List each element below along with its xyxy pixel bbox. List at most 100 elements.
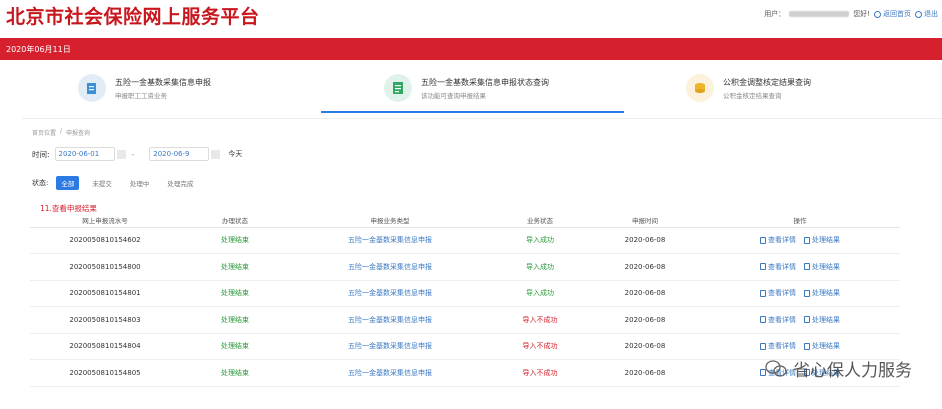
serial-number: 202005081015480​1: [30, 280, 180, 307]
power-icon: [915, 10, 922, 18]
view-result-button[interactable]: 处理结果: [804, 341, 840, 351]
serial-number: 202005081015480​5: [30, 359, 180, 387]
service-title: 五险一金基数采集信息申报: [115, 78, 211, 87]
breadcrumb: 首页位置 / 申报查询: [32, 128, 90, 137]
user-label: 用户：: [764, 10, 786, 18]
service-tab-declare[interactable]: 五险一金基数采集信息申报 申报职工工资业务: [78, 60, 378, 116]
calendar-icon[interactable]: [211, 150, 221, 159]
business-type-link[interactable]: 五险一金基数采集信息申报: [290, 253, 490, 281]
active-tab-indicator: [321, 111, 624, 113]
col-handle-status: 办理状态: [180, 213, 290, 228]
business-type-link[interactable]: 五险一金基数采集信息申报: [290, 333, 490, 360]
watermark-text: 省心保人力服务: [793, 361, 912, 381]
edit-form-icon: [78, 74, 106, 102]
handle-status: 处理结束: [180, 253, 290, 281]
row-actions: 查看详情 处理结果: [700, 227, 900, 254]
business-status: 导入不成功: [490, 306, 590, 334]
business-status: 导入不成功: [490, 333, 590, 360]
declare-time: 2020-06-08: [590, 359, 700, 387]
declare-time: 2020-06-08: [590, 333, 700, 360]
business-status: 导入不成功: [490, 359, 590, 387]
list-icon: [804, 263, 810, 271]
service-title: 公积金调整核定结果查询: [723, 78, 811, 87]
calendar-icon[interactable]: [116, 150, 126, 159]
service-tab-status-query[interactable]: 五险一金基数采集信息申报状态查询 该功能可查询申报结果: [384, 60, 684, 116]
row-actions: 查看详情 处理结果: [700, 306, 900, 334]
serial-number: 202005081015480​4: [30, 333, 180, 360]
user-area: 用户： 您好! 返回首页 退出: [764, 9, 938, 19]
document-icon: [760, 342, 766, 350]
status-all[interactable]: 全部: [56, 176, 80, 190]
business-status: 导入成功: [490, 280, 590, 307]
view-result-button[interactable]: 处理结果: [804, 262, 840, 272]
view-detail-button[interactable]: 查看详情: [760, 341, 796, 351]
document-icon: [760, 236, 766, 244]
view-detail-button[interactable]: 查看详情: [760, 288, 796, 298]
site-title: 北京市社会保险网上服务平台: [6, 6, 260, 28]
document-icon: [760, 263, 766, 271]
status-done[interactable]: 处理完成: [162, 176, 198, 190]
time-label: 时间:: [32, 149, 50, 159]
service-tabs: 五险一金基数采集信息申报 申报职工工资业务 五险一金基数采集信息申报状态查询 该…: [0, 60, 942, 116]
wechat-watermark: 省心保人力服务: [765, 356, 912, 381]
service-tab-fund-query[interactable]: 公积金调整核定结果查询 公积金核定结果查询: [686, 60, 942, 116]
handle-status: 处理结束: [180, 359, 290, 387]
table-row: 202005081015480​3 处理结束 五险一金基数采集信息申报 导入不成功 20…: [30, 306, 900, 334]
business-status: 导入成功: [490, 227, 590, 254]
declare-time: 2020-06-08: [590, 280, 700, 307]
serial-number: 202005081015460​2: [30, 227, 180, 254]
serial-number: 20200508101548​00: [30, 253, 180, 281]
view-result-button[interactable]: 处理结果: [804, 315, 840, 325]
end-date-input[interactable]: 2020-06-9: [149, 147, 221, 161]
date-separator: -: [131, 149, 135, 159]
coin-stack-icon: [686, 74, 714, 102]
list-icon: [804, 236, 810, 244]
today-button[interactable]: 今天: [228, 149, 242, 159]
status-processing[interactable]: 处理中: [125, 176, 155, 190]
view-result-button[interactable]: 处理结果: [804, 288, 840, 298]
declare-time: 2020-06-08: [590, 227, 700, 254]
list-icon: [804, 289, 810, 297]
business-type-link[interactable]: 五险一金基数采集信息申报: [290, 306, 490, 334]
col-biz-status: 业务状态: [490, 213, 590, 228]
wechat-icon: [765, 359, 787, 377]
business-type-link[interactable]: 五险一金基数采集信息申报: [290, 227, 490, 254]
home-icon: [874, 10, 881, 18]
time-filter: 时间: 2020-06-01 - 2020-06-9 今天: [32, 147, 242, 161]
home-link[interactable]: 返回首页: [874, 9, 911, 19]
service-title: 五险一金基数采集信息申报状态查询: [421, 78, 549, 87]
declare-time: 2020-06-08: [590, 306, 700, 334]
view-result-button[interactable]: 处理结果: [804, 235, 840, 245]
current-date: 2020年06月11日: [6, 45, 71, 54]
document-icon: [760, 289, 766, 297]
handle-status: 处理结束: [180, 227, 290, 254]
view-detail-button[interactable]: 查看详情: [760, 315, 796, 325]
table-header-row: 网上申报流水号 办理状态 申报业务类型 业务状态 申报时间 操作: [30, 213, 900, 228]
status-label: 状态:: [32, 179, 49, 187]
document-icon: [384, 74, 412, 102]
breadcrumb-current: 申报查询: [66, 130, 91, 137]
handle-status: 处理结束: [180, 280, 290, 307]
status-filter: 状态: 全部 未提交 处理中 处理完成: [32, 176, 198, 190]
view-detail-button[interactable]: 查看详情: [760, 235, 796, 245]
business-type-link[interactable]: 五险一金基数采集信息申报: [290, 280, 490, 307]
user-greeting: 您好!: [853, 10, 870, 18]
service-subtitle: 申报职工工资业务: [115, 92, 167, 100]
business-type-link[interactable]: 五险一金基数采集信息申报: [290, 359, 490, 387]
list-icon: [804, 316, 810, 324]
business-status: 导入成功: [490, 253, 590, 281]
serial-number: 202005081015480​3: [30, 306, 180, 334]
start-date-input[interactable]: 2020-06-01: [54, 147, 126, 161]
document-icon: [760, 316, 766, 324]
declare-time: 2020-06-08: [590, 253, 700, 281]
col-actions: 操作: [700, 213, 900, 228]
service-subtitle: 公积金核定结果查询: [723, 92, 782, 100]
row-actions: 查看详情 处理结果: [700, 253, 900, 281]
breadcrumb-home[interactable]: 首页位置: [32, 128, 56, 137]
logout-link[interactable]: 退出: [915, 9, 938, 19]
list-icon: [804, 342, 810, 350]
view-detail-button[interactable]: 查看详情: [760, 262, 796, 272]
handle-status: 处理结束: [180, 333, 290, 360]
site-header: 北京市社会保险网上服务平台 用户： 您好! 返回首页 退出: [0, 0, 942, 38]
status-unsubmitted[interactable]: 未提交: [87, 176, 117, 190]
